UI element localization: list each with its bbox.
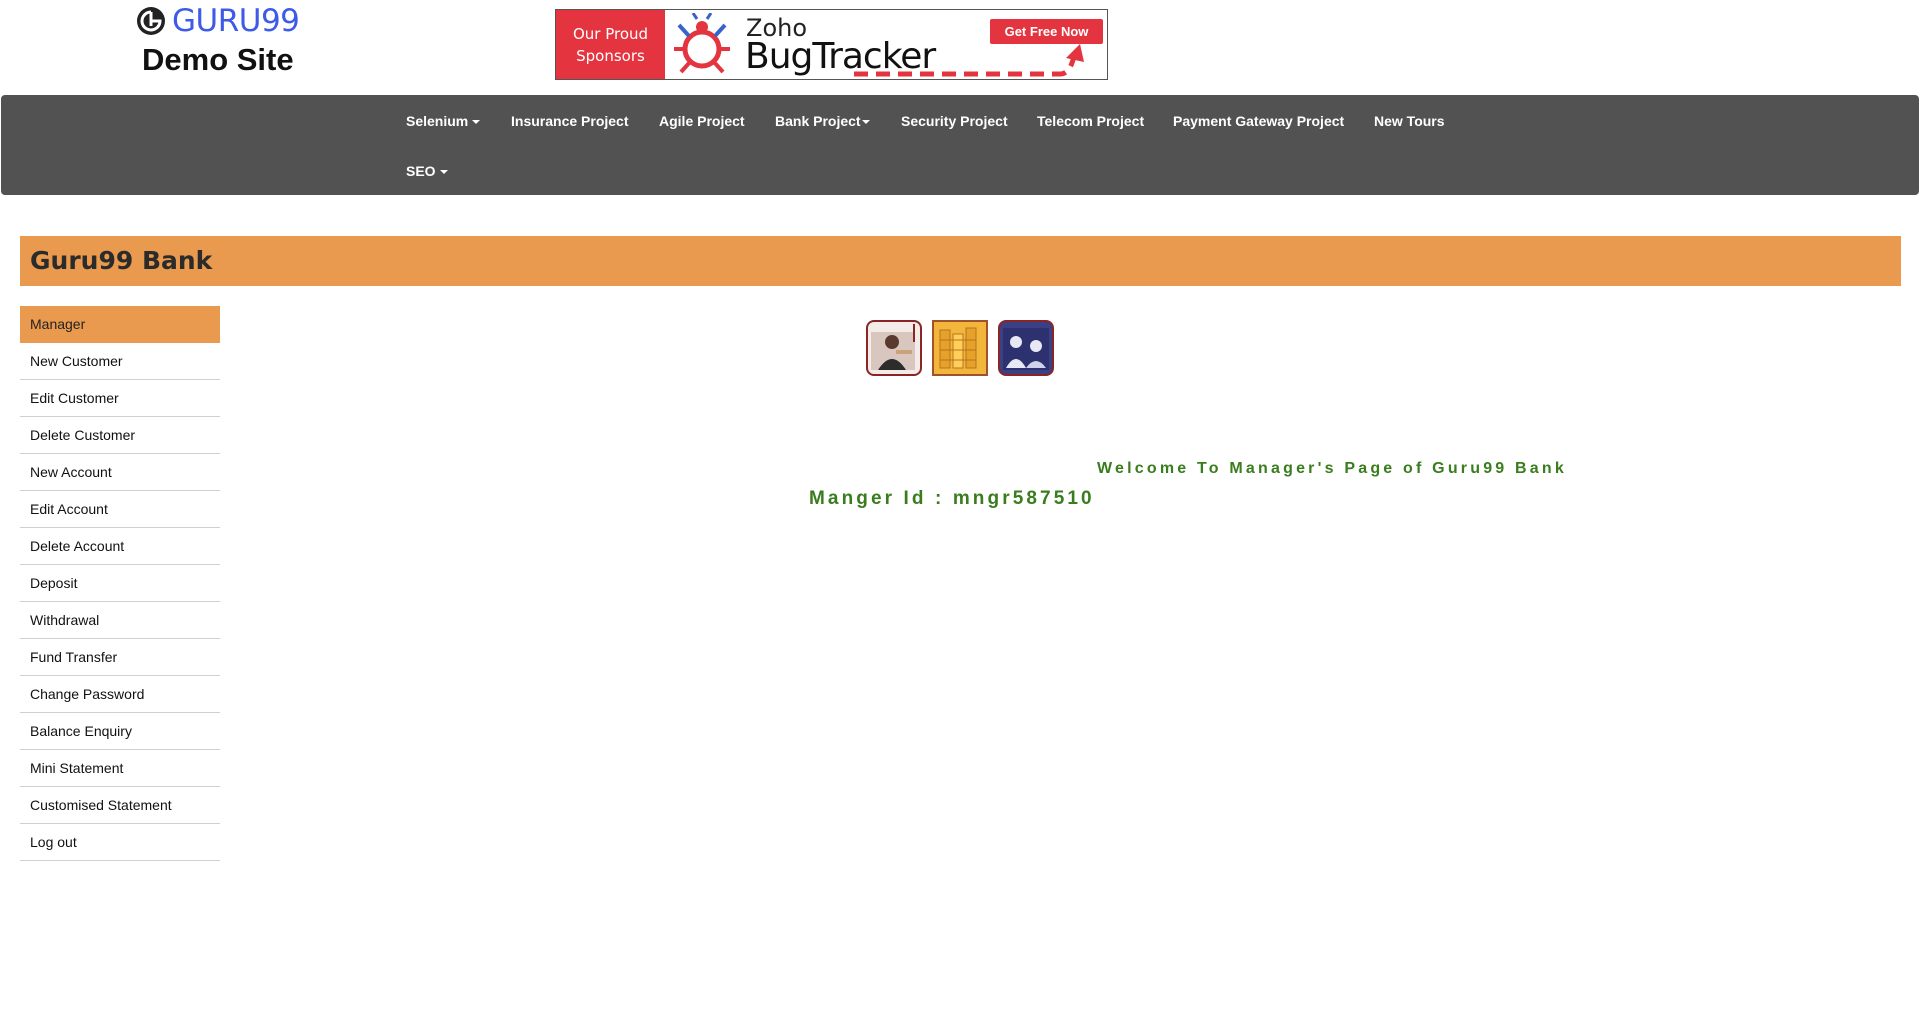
sidebar-item-log-out[interactable]: Log out xyxy=(20,824,220,861)
sidebar-item-delete-account[interactable]: Delete Account xyxy=(20,528,220,565)
people-meeting-icon xyxy=(998,320,1054,376)
sidebar-item-manager[interactable]: Manager xyxy=(20,306,220,343)
sidebar-item-new-account[interactable]: New Account xyxy=(20,454,220,491)
caret-down-icon xyxy=(439,170,448,175)
logo-subtitle: Demo Site xyxy=(142,42,294,77)
banner-tagline-line1: Our Proud xyxy=(572,24,649,43)
sidebar-item-mini-statement[interactable]: Mini Statement xyxy=(20,750,220,787)
manager-images xyxy=(866,314,1058,376)
caret-down-icon xyxy=(861,120,870,125)
sidebar-item-deposit[interactable]: Deposit xyxy=(20,565,220,602)
nav-item-selenium[interactable]: Selenium xyxy=(406,111,481,131)
banner-tagline: Our Proud Sponsors xyxy=(556,10,665,79)
sidebar-item-edit-customer[interactable]: Edit Customer xyxy=(20,380,220,417)
manager-photo-icon xyxy=(866,320,922,376)
bank-header: Guru99 Bank xyxy=(20,236,1901,286)
nav-item-seo[interactable]: SEO xyxy=(406,161,448,181)
sidebar-item-customised-statement[interactable]: Customised Statement xyxy=(20,787,220,824)
sidebar-item-delete-customer[interactable]: Delete Customer xyxy=(20,417,220,454)
sidebar-item-new-customer[interactable]: New Customer xyxy=(20,343,220,380)
nav-item-security-project[interactable]: Security Project xyxy=(901,111,1008,131)
logo-brand-row: GURU99 xyxy=(136,3,300,39)
sidebar-item-edit-account[interactable]: Edit Account xyxy=(20,491,220,528)
bank-title: Guru99 Bank xyxy=(30,246,213,275)
nav-item-label: Bank Project xyxy=(775,113,861,129)
sidebar-item-balance-enquiry[interactable]: Balance Enquiry xyxy=(20,713,220,750)
welcome-message: Welcome To Manager's Page of Guru99 Bank xyxy=(1097,460,1567,477)
nav-item-label: Selenium xyxy=(406,113,469,129)
nav-item-insurance-project[interactable]: Insurance Project xyxy=(511,111,629,131)
sidebar-item-withdrawal[interactable]: Withdrawal xyxy=(20,602,220,639)
bug-icon xyxy=(674,13,730,74)
nav-item-label: SEO xyxy=(406,163,436,179)
logo-brand-text: GURU99 xyxy=(172,3,300,39)
get-free-now-button[interactable]: Get Free Now xyxy=(990,19,1103,44)
guru99-logo[interactable]: GURU99 Demo Site xyxy=(136,4,336,80)
sidebar-item-change-password[interactable]: Change Password xyxy=(20,676,220,713)
nav-item-bank-project[interactable]: Bank Project xyxy=(775,111,870,131)
top-navbar: Selenium Insurance Project Agile Project… xyxy=(1,95,1919,195)
coins-stack-icon xyxy=(932,320,988,376)
banner-tagline-line2: Sponsors xyxy=(576,46,645,65)
sidebar-menu: Manager New Customer Edit Customer Delet… xyxy=(20,306,220,861)
nav-item-agile-project[interactable]: Agile Project xyxy=(659,111,745,131)
dashed-arrow-icon xyxy=(854,44,1084,77)
sponsor-banner[interactable]: Our Proud Sponsors Zoho BugTracker Get F… xyxy=(555,9,1108,80)
manager-id-text: Manger Id : mngr587510 xyxy=(809,488,1095,509)
nav-item-payment-gateway-project[interactable]: Payment Gateway Project xyxy=(1173,111,1344,131)
nav-item-new-tours[interactable]: New Tours xyxy=(1374,111,1445,131)
sidebar-item-fund-transfer[interactable]: Fund Transfer xyxy=(20,639,220,676)
nav-item-telecom-project[interactable]: Telecom Project xyxy=(1037,111,1144,131)
guru99-logo-icon xyxy=(137,7,165,35)
caret-down-icon xyxy=(472,120,481,125)
